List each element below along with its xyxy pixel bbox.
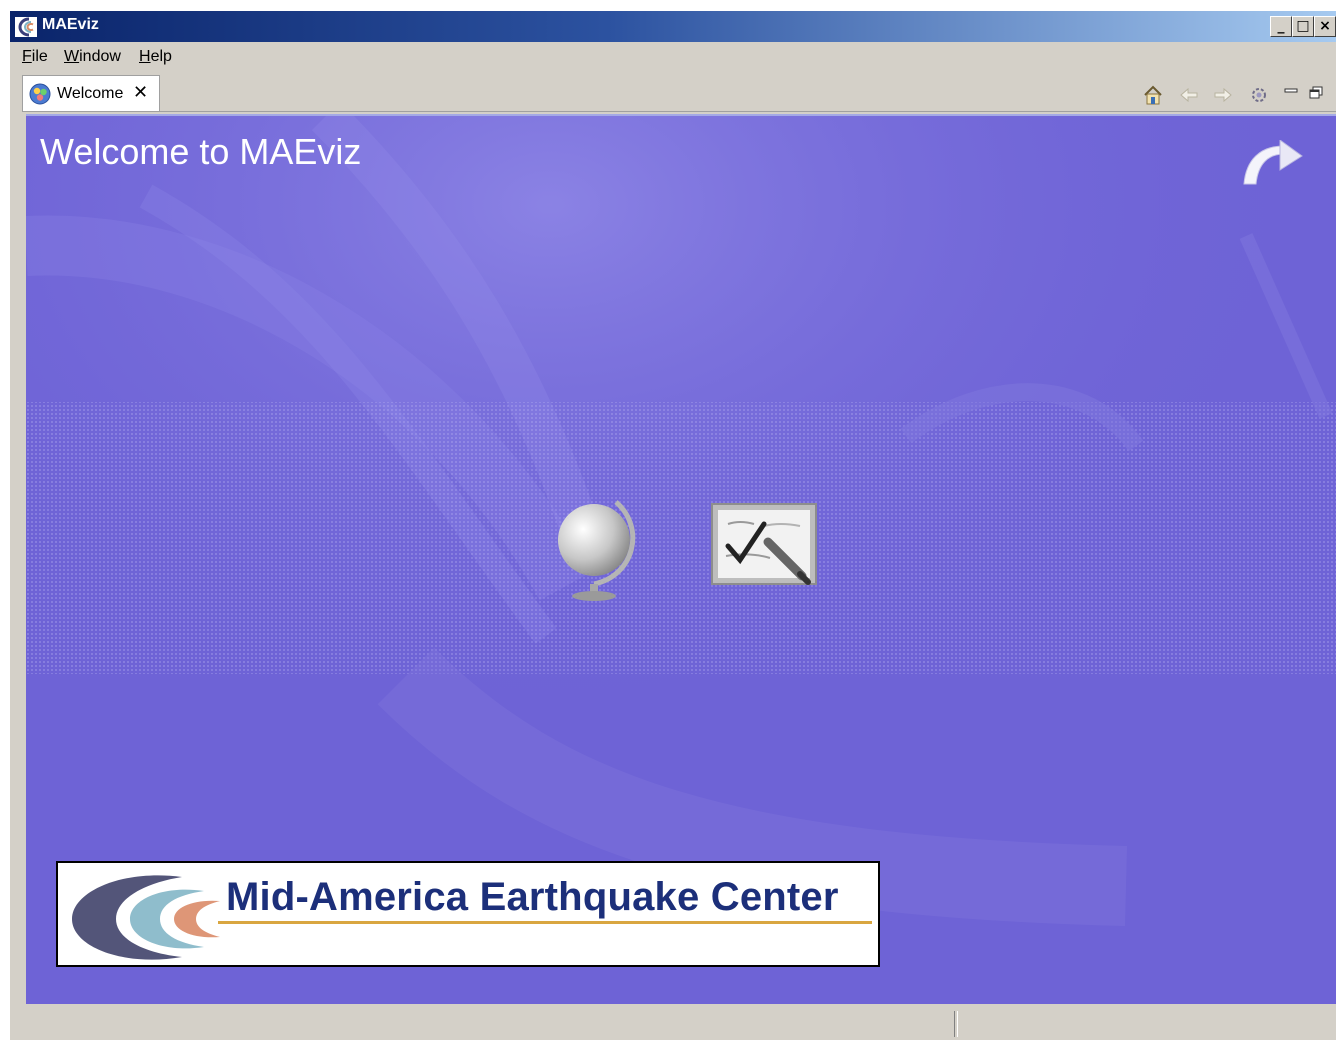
forward-arrow-icon[interactable] xyxy=(1212,84,1234,106)
globe-icon[interactable] xyxy=(554,488,644,602)
mae-center-logo-icon xyxy=(64,873,224,961)
back-arrow-icon[interactable] xyxy=(1178,84,1200,106)
welcome-page: Welcome to MAEviz Mid-America Earthquake… xyxy=(26,114,1336,1004)
mae-center-name: Mid-America Earthquake Center xyxy=(226,875,839,919)
menu-file[interactable]: File xyxy=(22,48,48,66)
application-window: MAEviz _ □ × File Window Help Welcome ✕ xyxy=(10,11,1336,1040)
mae-center-logo: Mid-America Earthquake Center xyxy=(56,861,880,967)
tab-welcome-label: Welcome xyxy=(57,85,124,102)
logo-underline xyxy=(218,921,872,924)
menu-help[interactable]: Help xyxy=(139,48,172,66)
workbench-arrow-icon[interactable] xyxy=(1240,139,1316,188)
maeviz-app-icon xyxy=(15,17,37,37)
minimize-window-button[interactable]: _ xyxy=(1270,16,1292,37)
welcome-toolbar xyxy=(1136,80,1336,108)
tab-close-icon[interactable]: ✕ xyxy=(133,82,148,103)
tutorial-checklist-icon[interactable] xyxy=(710,502,820,588)
editor-tab-bar: Welcome ✕ xyxy=(22,75,1336,112)
minimize-view-icon[interactable] xyxy=(1284,84,1298,106)
status-bar xyxy=(10,1007,1336,1040)
customize-icon[interactable] xyxy=(1248,84,1270,106)
menu-bar: File Window Help xyxy=(10,45,1336,69)
welcome-title: Welcome to MAEviz xyxy=(40,131,362,172)
maximize-view-icon[interactable] xyxy=(1308,84,1324,106)
tab-welcome[interactable]: Welcome ✕ xyxy=(22,75,160,111)
home-icon[interactable] xyxy=(1142,84,1164,106)
close-window-button[interactable]: × xyxy=(1314,16,1336,37)
maximize-window-button[interactable]: □ xyxy=(1292,16,1314,37)
title-bar[interactable]: MAEviz _ □ × xyxy=(10,11,1336,42)
welcome-tab-icon xyxy=(29,83,51,105)
window-title: MAEviz xyxy=(42,16,99,33)
menu-window[interactable]: Window xyxy=(64,48,121,66)
status-bar-separator xyxy=(954,1011,958,1037)
